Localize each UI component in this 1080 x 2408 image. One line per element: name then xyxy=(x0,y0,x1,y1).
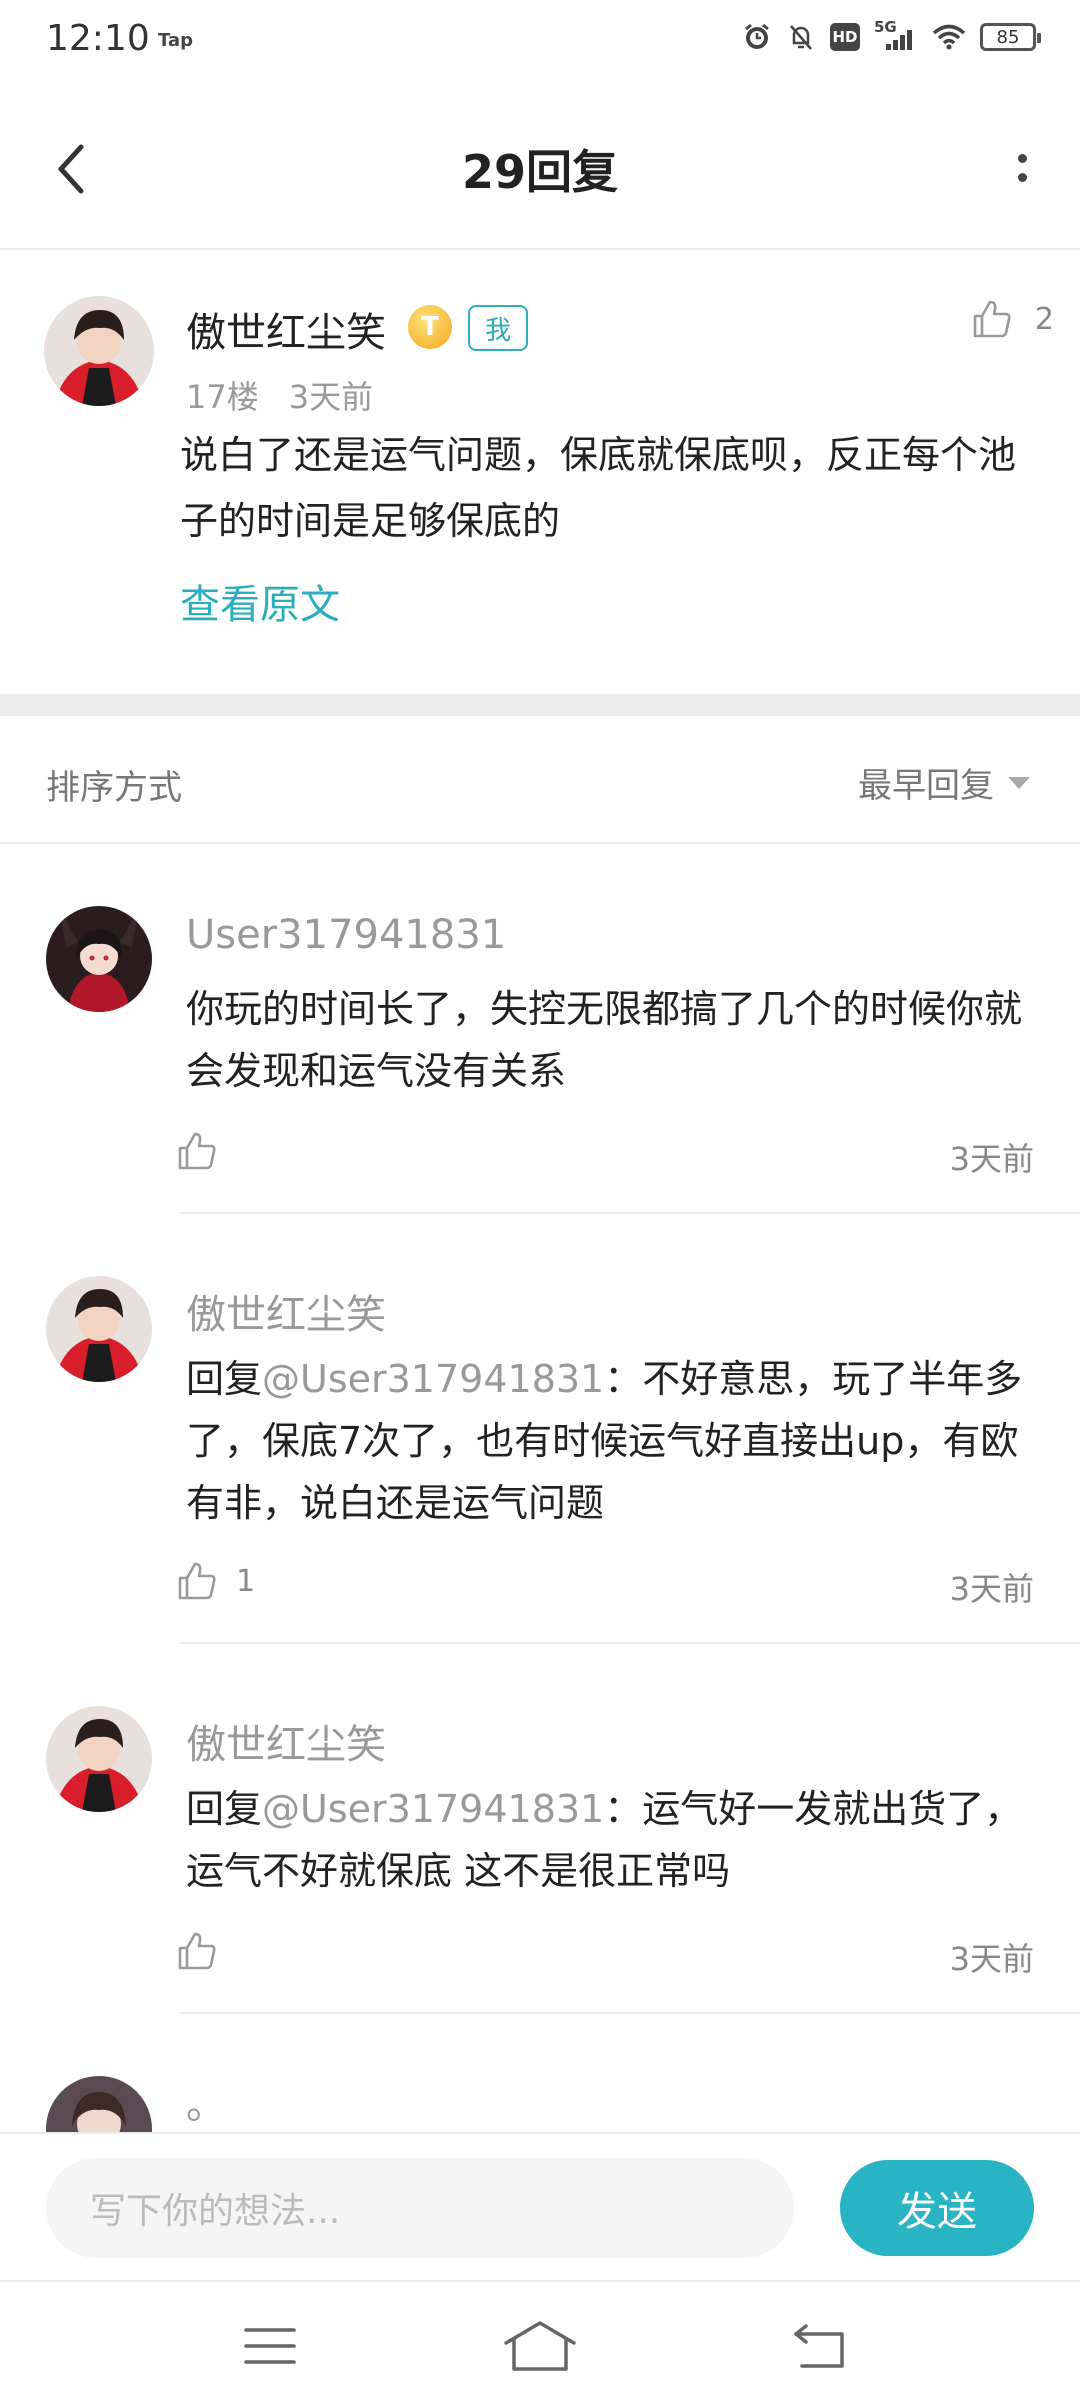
comment-input[interactable]: 写下你的想法... xyxy=(46,2158,794,2258)
avatar[interactable] xyxy=(46,1276,152,1382)
menu-icon xyxy=(244,2328,296,2364)
thumbs-up-icon xyxy=(178,1932,216,1970)
page-title: 29回复 xyxy=(461,145,618,199)
comment-bar: 写下你的想法... 发送 xyxy=(0,2132,1080,2280)
return-icon xyxy=(794,2324,844,2368)
network-type-label: 5G xyxy=(874,18,897,36)
status-time: 12:10 xyxy=(46,18,150,59)
thumbs-up-icon xyxy=(973,300,1011,338)
reply-item: 傲世红尘笑 回复@User317941831：运气好一发就出货了，运气不好就保底… xyxy=(0,1644,1080,2014)
reply-text: 回复@User317941831：不好意思，玩了半年多了，保底7次了，也有时候运… xyxy=(186,1348,1046,1534)
signal-icon: 5G xyxy=(874,18,918,52)
like-count: 1 xyxy=(236,1563,256,1599)
thumbs-up-icon xyxy=(178,1132,216,1170)
more-vertical-icon-dot xyxy=(1017,154,1027,163)
view-original-link[interactable]: 查看原文 xyxy=(180,572,340,630)
main-post: 傲世红尘笑 T 我 2 17楼 3天前 说白了还是运气问题，保底就保底呗，反正每… xyxy=(0,250,1080,694)
caret-down-icon xyxy=(1008,776,1030,789)
top-bar: 29回复 xyxy=(0,84,1080,250)
reply-time: 3天前 xyxy=(949,1940,1034,1978)
home-button[interactable] xyxy=(500,2316,580,2376)
sort-label: 排序方式 xyxy=(46,768,182,808)
sort-bar: 排序方式 最早回复 xyxy=(0,716,1080,844)
wifi-icon xyxy=(932,23,966,51)
battery-icon: 85 xyxy=(980,23,1041,51)
reply-author[interactable]: 。 xyxy=(186,2072,226,2130)
post-text: 说白了还是运气问题，保底就保底呗，反正每个池子的时间是足够保底的 xyxy=(180,433,1017,543)
like-button[interactable]: 2 xyxy=(971,298,1054,340)
avatar[interactable] xyxy=(46,906,152,1012)
reply-time: 3天前 xyxy=(949,1570,1034,1608)
status-icons: HD 5G 85 xyxy=(742,18,1041,52)
hd-icon: HD xyxy=(830,23,860,51)
reply-author[interactable]: User317941831 xyxy=(186,912,506,958)
avatar[interactable] xyxy=(44,296,154,406)
reply-text: 你玩的时间长了，失控无限都搞了几个的时候你就会发现和运气没有关系 xyxy=(186,987,1023,1093)
floor-number: 17楼 xyxy=(186,378,259,416)
home-icon xyxy=(504,2321,576,2371)
system-nav-bar xyxy=(0,2280,1080,2408)
send-button[interactable]: 发送 xyxy=(840,2160,1034,2256)
alarm-icon xyxy=(742,22,772,52)
sort-dropdown[interactable]: 最早回复 xyxy=(858,758,1030,807)
reply-author[interactable]: 傲世红尘笑 xyxy=(186,1712,386,1770)
avatar[interactable] xyxy=(46,2076,152,2132)
like-count: 2 xyxy=(1034,301,1054,337)
author-name[interactable]: 傲世红尘笑 xyxy=(186,300,386,358)
status-bar: 12:10 Tap HD 5G 85 xyxy=(0,0,1080,84)
level-badge: T xyxy=(408,305,452,349)
reply-time: 3天前 xyxy=(949,1140,1034,1178)
avatar[interactable] xyxy=(46,1706,152,1812)
mention-link[interactable]: @User317941831 xyxy=(262,1357,604,1401)
menu-button[interactable] xyxy=(230,2316,310,2376)
mention-link[interactable]: @User317941831 xyxy=(262,1787,604,1831)
like-button[interactable] xyxy=(176,1930,236,1972)
back-nav-button[interactable] xyxy=(780,2316,860,2376)
reply-item: 傲世红尘笑 回复@User317941831：不好意思，玩了半年多了，保底7次了… xyxy=(0,1214,1080,1644)
reply-author[interactable]: 傲世红尘笑 xyxy=(186,1282,386,1340)
me-badge: 我 xyxy=(468,305,528,351)
reply-item: 。 xyxy=(0,2014,1080,2132)
reply-prefix: 回复 xyxy=(186,1357,263,1401)
reply-item: User317941831 你玩的时间长了，失控无限都搞了几个的时候你就会发现和… xyxy=(0,844,1080,1214)
section-divider xyxy=(0,694,1080,716)
status-tap-label: Tap xyxy=(158,30,193,51)
more-vertical-icon-dot xyxy=(1017,173,1027,182)
like-button[interactable]: 1 xyxy=(176,1560,255,1602)
sort-selected-value: 最早回复 xyxy=(858,766,994,806)
post-meta: 17楼 3天前 xyxy=(186,372,373,418)
like-button[interactable] xyxy=(176,1130,236,1172)
post-time: 3天前 xyxy=(288,378,374,416)
mute-bell-icon xyxy=(786,22,816,52)
thumbs-up-icon xyxy=(178,1562,216,1600)
more-options-button[interactable] xyxy=(992,132,1052,204)
reply-prefix: 回复 xyxy=(186,1787,263,1831)
reply-text: 回复@User317941831：运气好一发就出货了，运气不好就保底 这不是很正… xyxy=(186,1778,1046,1902)
